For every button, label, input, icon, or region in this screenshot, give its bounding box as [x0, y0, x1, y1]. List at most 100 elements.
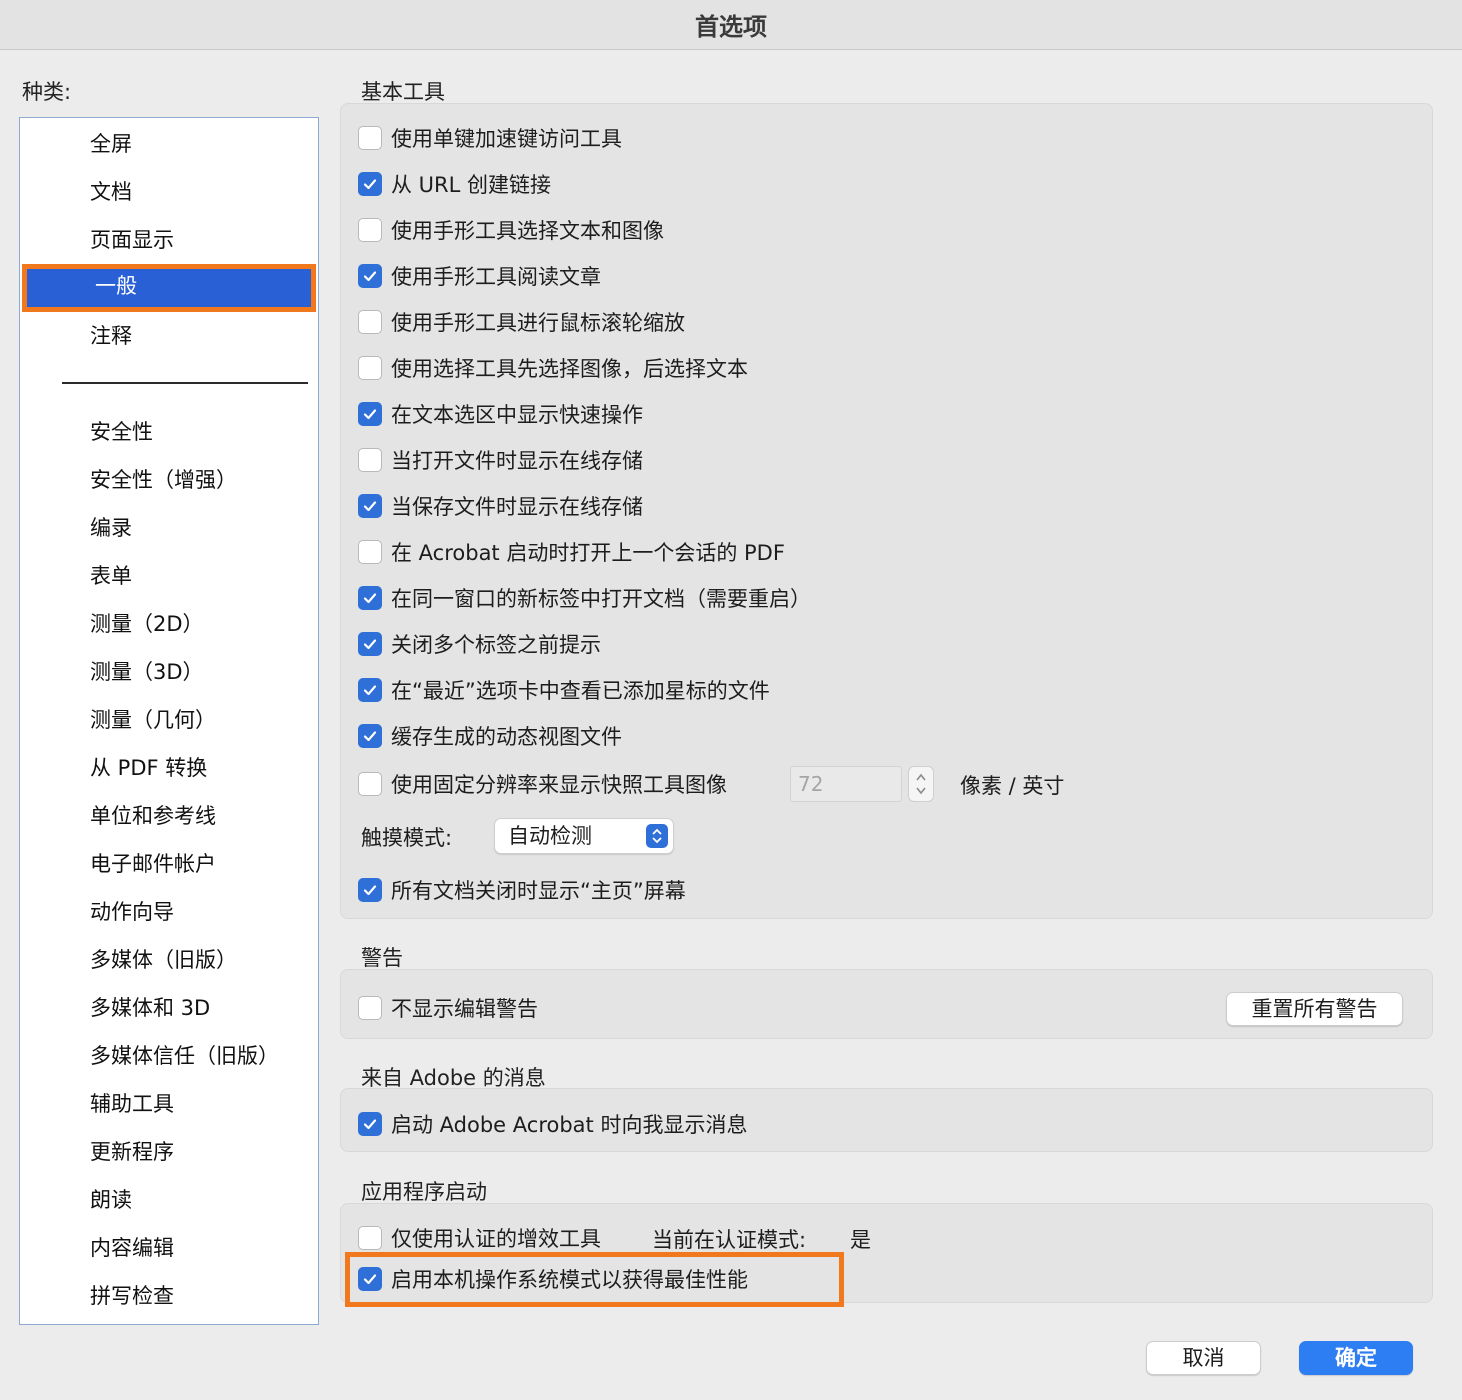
- option-show-messages-on-launch[interactable]: 启动 Adobe Acrobat 时向我显示消息: [358, 1109, 747, 1139]
- checkmark-icon: [363, 179, 377, 190]
- checkmark-icon: [363, 409, 377, 420]
- category-item-convert-from-pdf[interactable]: 从 PDF 转换: [90, 746, 207, 790]
- window-title: 首选项: [695, 13, 767, 41]
- category-item-units-guides[interactable]: 单位和参考线: [90, 794, 216, 838]
- checkbox[interactable]: [358, 448, 382, 472]
- category-item-spelling[interactable]: 拼写检查: [90, 1274, 174, 1318]
- checkbox[interactable]: [358, 540, 382, 564]
- option-label: 当打开文件时显示在线存储: [391, 449, 643, 473]
- option-prompt-close-tabs[interactable]: 关闭多个标签之前提示: [358, 629, 601, 659]
- checkbox[interactable]: [358, 264, 382, 288]
- checkmark-icon: [363, 885, 377, 896]
- option-label: 使用手形工具选择文本和图像: [391, 219, 664, 243]
- option-certified-plugins-only[interactable]: 仅使用认证的增效工具: [358, 1223, 601, 1253]
- checkbox[interactable]: [358, 310, 382, 334]
- option-show-quick-actions[interactable]: 在文本选区中显示快速操作: [358, 399, 643, 429]
- checkbox[interactable]: [358, 772, 382, 796]
- checkmark-icon: [363, 1119, 377, 1130]
- category-item-accessibility[interactable]: 辅助工具: [90, 1082, 174, 1126]
- category-item-measuring-geo[interactable]: 测量（几何）: [90, 698, 216, 742]
- certified-mode-label: 当前在认证模式:: [652, 1228, 807, 1252]
- title-bar: 首选项: [0, 0, 1462, 50]
- resolution-units: 像素 / 英寸: [960, 774, 1065, 798]
- checkmark-icon: [363, 731, 377, 742]
- option-hand-tool-read-articles[interactable]: 使用手形工具阅读文章: [358, 261, 601, 291]
- category-item-catalog[interactable]: 编录: [90, 506, 132, 550]
- option-select-tool-images-first[interactable]: 使用选择工具先选择图像，后选择文本: [358, 353, 748, 383]
- checkmark-icon: [363, 271, 377, 282]
- checkmark-icon: [363, 501, 377, 512]
- category-item-measuring-2d[interactable]: 测量（2D）: [90, 602, 204, 646]
- reset-all-warnings-button[interactable]: 重置所有警告: [1226, 992, 1403, 1026]
- checkbox[interactable]: [358, 632, 382, 656]
- category-item-measuring-3d[interactable]: 测量（3D）: [90, 650, 204, 694]
- option-label: 不显示编辑警告: [391, 997, 538, 1021]
- checkbox[interactable]: [358, 1112, 382, 1136]
- category-divider: [62, 382, 308, 384]
- checkbox[interactable]: [358, 724, 382, 748]
- category-item-multimedia-trust[interactable]: 多媒体信任（旧版）: [90, 1034, 279, 1078]
- option-create-links-from-urls[interactable]: 从 URL 创建链接: [358, 169, 551, 199]
- checkbox[interactable]: [358, 678, 382, 702]
- category-list[interactable]: 全屏 文档 页面显示 一般 注释 安全性 安全性（增强） 编录 表单 测量（2D…: [19, 117, 319, 1325]
- category-item-updater[interactable]: 更新程序: [90, 1130, 174, 1174]
- option-label: 在文本选区中显示快速操作: [391, 403, 643, 427]
- category-item-action-wizard[interactable]: 动作向导: [90, 890, 174, 934]
- category-item-security-enhanced[interactable]: 安全性（增强）: [90, 458, 237, 502]
- option-hand-tool-select-text[interactable]: 使用手形工具选择文本和图像: [358, 215, 664, 245]
- option-open-in-new-tabs[interactable]: 在同一窗口的新标签中打开文档（需要重启）: [358, 583, 811, 613]
- select-updown-icon: [646, 824, 668, 848]
- category-item-forms[interactable]: 表单: [90, 554, 132, 598]
- option-label: 启动 Adobe Acrobat 时向我显示消息: [391, 1113, 748, 1137]
- touch-mode-select[interactable]: 自动检测: [494, 818, 674, 854]
- option-view-starred-in-recent[interactable]: 在“最近”选项卡中查看已添加星标的文件: [358, 675, 770, 705]
- stepper-arrows-icon: [916, 773, 926, 795]
- checkbox[interactable]: [358, 402, 382, 426]
- category-item-content-editing[interactable]: 内容编辑: [90, 1226, 174, 1270]
- ok-button[interactable]: 确定: [1299, 1341, 1413, 1375]
- checkbox[interactable]: [358, 878, 382, 902]
- option-single-key-accelerators[interactable]: 使用单键加速键访问工具: [358, 123, 622, 153]
- section-title-basic-tools: 基本工具: [361, 80, 445, 104]
- checkbox[interactable]: [358, 586, 382, 610]
- category-item-general[interactable]: 一般: [22, 264, 316, 312]
- checkbox[interactable]: [358, 126, 382, 150]
- option-show-online-storage-open[interactable]: 当打开文件时显示在线存储: [358, 445, 643, 475]
- category-label: 种类:: [22, 80, 72, 104]
- checkmark-icon: [363, 639, 377, 650]
- checkbox[interactable]: [358, 996, 382, 1020]
- option-hand-tool-wheel-zoom[interactable]: 使用手形工具进行鼠标滚轮缩放: [358, 307, 685, 337]
- checkbox[interactable]: [358, 218, 382, 242]
- option-label: 关闭多个标签之前提示: [391, 633, 601, 657]
- section-title-warnings: 警告: [361, 946, 403, 970]
- option-label: 在同一窗口的新标签中打开文档（需要重启）: [391, 587, 811, 611]
- checkmark-icon: [363, 593, 377, 604]
- highlight-annotation-box: [345, 1252, 844, 1307]
- cancel-button[interactable]: 取消: [1146, 1341, 1261, 1375]
- option-fixed-snapshot-resolution[interactable]: 使用固定分辨率来显示快照工具图像: [358, 769, 727, 799]
- category-item-read-out-loud[interactable]: 朗读: [90, 1178, 132, 1222]
- option-label: 所有文档关闭时显示“主页”屏幕: [391, 879, 686, 903]
- checkbox[interactable]: [358, 494, 382, 518]
- category-item-commenting[interactable]: 注释: [90, 314, 132, 358]
- resolution-input[interactable]: 72: [790, 766, 902, 802]
- category-item-multimedia-legacy[interactable]: 多媒体（旧版）: [90, 938, 237, 982]
- category-item-multimedia-3d[interactable]: 多媒体和 3D: [90, 986, 210, 1030]
- category-item-fullscreen[interactable]: 全屏: [90, 122, 132, 166]
- category-item-page-display[interactable]: 页面显示: [90, 218, 174, 262]
- option-reopen-last-session[interactable]: 在 Acrobat 启动时打开上一个会话的 PDF: [358, 537, 785, 567]
- option-cache-dynamic-view[interactable]: 缓存生成的动态视图文件: [358, 721, 622, 751]
- resolution-stepper[interactable]: [908, 766, 934, 802]
- option-show-online-storage-save[interactable]: 当保存文件时显示在线存储: [358, 491, 643, 521]
- checkbox[interactable]: [358, 356, 382, 380]
- category-item-security[interactable]: 安全性: [90, 410, 153, 454]
- category-item-documents[interactable]: 文档: [90, 170, 132, 214]
- touch-mode-label: 触摸模式:: [361, 826, 453, 850]
- checkmark-icon: [363, 685, 377, 696]
- category-item-email-accounts[interactable]: 电子邮件帐户: [90, 842, 216, 886]
- checkbox[interactable]: [358, 172, 382, 196]
- checkbox[interactable]: [358, 1226, 382, 1250]
- option-show-home-screen[interactable]: 所有文档关闭时显示“主页”屏幕: [358, 875, 686, 905]
- touch-mode-value: 自动检测: [508, 824, 592, 848]
- option-hide-edit-warnings[interactable]: 不显示编辑警告: [358, 993, 538, 1023]
